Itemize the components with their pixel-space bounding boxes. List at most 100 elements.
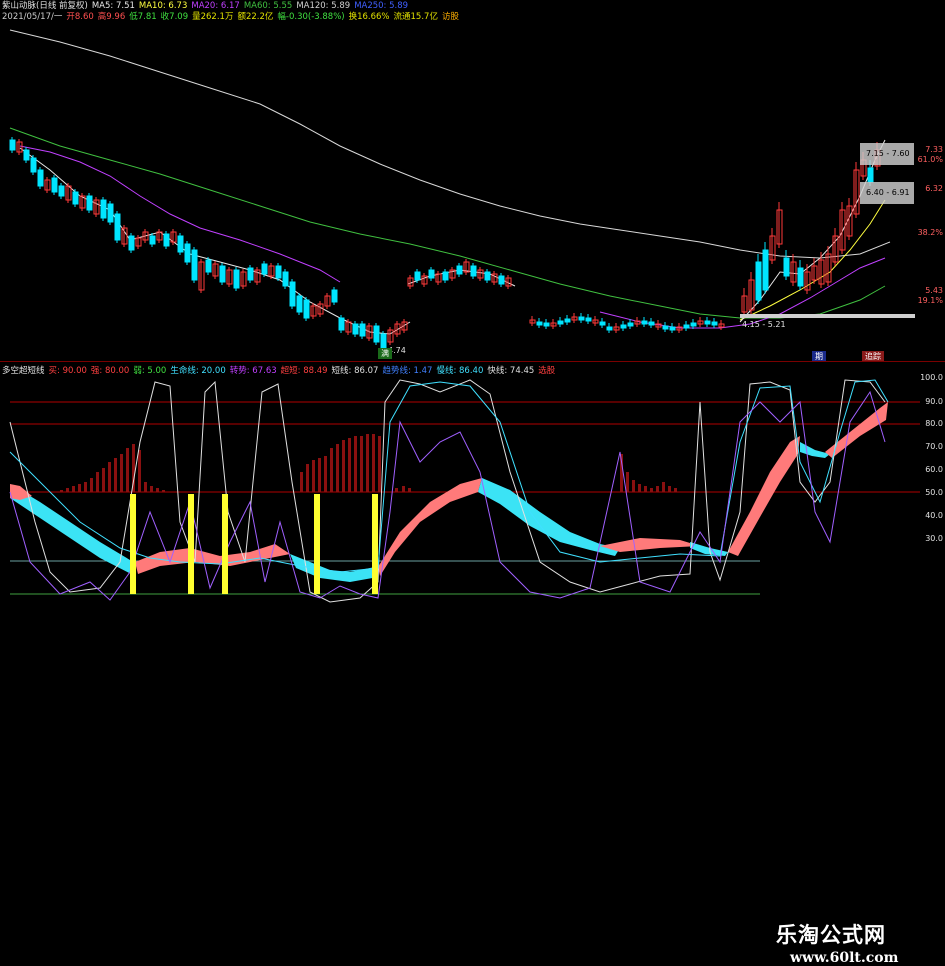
candle-body bbox=[100, 199, 107, 219]
axis-price-1: 7.33 bbox=[925, 145, 943, 154]
candle-body bbox=[557, 320, 564, 325]
histogram-bar bbox=[108, 462, 111, 492]
candle-body bbox=[797, 267, 804, 287]
candle-body bbox=[867, 167, 874, 183]
ind-axis-40: 40.0 bbox=[925, 511, 943, 520]
ind-axis-80: 80.0 bbox=[925, 419, 943, 428]
histogram-bar bbox=[402, 486, 405, 492]
histogram-bar bbox=[354, 436, 357, 492]
candle-body bbox=[683, 324, 690, 329]
histogram-bar bbox=[162, 490, 165, 492]
candle-body bbox=[205, 259, 212, 273]
price-box-lower-label: 6.40 - 6.91 bbox=[866, 188, 910, 197]
ind-axis-90: 90.0 bbox=[925, 397, 943, 406]
candle-body bbox=[338, 317, 345, 331]
candle-body bbox=[9, 139, 16, 151]
candle-body bbox=[669, 326, 676, 331]
candle-body bbox=[114, 213, 121, 241]
indicator-pane[interactable]: 多空超短线 买: 90.00 强: 80.00 弱: 5.00 生命线: 20.… bbox=[0, 362, 945, 966]
histogram-bar bbox=[638, 484, 641, 492]
histogram-bar bbox=[366, 434, 369, 492]
axis-price-3: 5.43 bbox=[925, 286, 943, 295]
histogram-bar bbox=[378, 436, 381, 492]
ind-axis-100: 100.0 bbox=[920, 373, 943, 382]
histogram-bar bbox=[312, 460, 315, 492]
candle-body bbox=[23, 149, 30, 161]
signal-bar-5 bbox=[372, 494, 378, 594]
histogram-bar bbox=[156, 488, 159, 492]
histogram-bar bbox=[330, 448, 333, 492]
candle-body bbox=[662, 325, 669, 330]
candle-body bbox=[289, 281, 296, 307]
signal-bar-3 bbox=[222, 494, 228, 594]
watermark-url: www.60lt.com bbox=[790, 950, 899, 966]
candle-body bbox=[484, 271, 491, 281]
histogram-bar bbox=[348, 438, 351, 492]
candle-body bbox=[599, 321, 606, 326]
ma5-line bbox=[19, 147, 411, 335]
candle-body bbox=[51, 177, 58, 193]
histogram-bar bbox=[360, 436, 363, 492]
slow-line bbox=[9, 379, 889, 573]
histogram-bar bbox=[632, 480, 635, 492]
candle-body bbox=[303, 299, 310, 319]
histogram-bar bbox=[102, 468, 105, 492]
price-chart-pane[interactable]: 紫山动脉(日线 前复权) MA5: 7.51 MA10: 6.73 MA20: … bbox=[0, 0, 945, 362]
ind-axis-60: 60.0 bbox=[925, 465, 943, 474]
histogram-bar bbox=[372, 434, 375, 492]
ma20-line bbox=[19, 145, 341, 283]
price-chart-canvas[interactable]: 4.15 - 5.21 4.74 bbox=[0, 0, 945, 362]
candle-body bbox=[648, 321, 655, 326]
candle-body bbox=[627, 322, 634, 327]
histogram-bar bbox=[395, 488, 398, 492]
candle-body bbox=[177, 235, 184, 253]
candle-body bbox=[107, 203, 114, 223]
histogram-bar bbox=[336, 444, 339, 492]
indicator-canvas[interactable] bbox=[0, 362, 945, 609]
price-box-lower: 6.40 - 6.91 bbox=[860, 182, 914, 204]
histogram-bar bbox=[120, 454, 123, 492]
candle-body bbox=[470, 265, 477, 277]
histogram-bar bbox=[114, 458, 117, 492]
histogram-bar bbox=[324, 456, 327, 492]
histogram-bar bbox=[318, 458, 321, 492]
histogram-bar bbox=[342, 440, 345, 492]
histogram-bar bbox=[72, 486, 75, 492]
candle-body bbox=[442, 271, 449, 281]
histogram-bar bbox=[408, 488, 411, 492]
ma10-line bbox=[739, 199, 886, 321]
ribbon-red-climb bbox=[728, 436, 800, 556]
histogram-bar bbox=[644, 486, 647, 492]
signal-bar-2 bbox=[188, 494, 194, 594]
candle-body bbox=[711, 321, 718, 326]
candle-body bbox=[578, 316, 585, 321]
candle-body bbox=[261, 263, 268, 275]
candle-body bbox=[275, 265, 282, 279]
candle-body bbox=[359, 323, 366, 337]
candle-body bbox=[128, 235, 135, 251]
histogram-bar bbox=[126, 448, 129, 492]
histogram-bar bbox=[138, 450, 141, 492]
candle-body bbox=[30, 157, 37, 173]
signal-bar-4 bbox=[314, 494, 320, 594]
candle-body bbox=[690, 322, 697, 327]
axis-pct-2: 38.2% bbox=[917, 228, 943, 237]
axis-pct-3: 19.1% bbox=[917, 296, 943, 305]
ribbon-cyan-mid bbox=[290, 554, 378, 582]
histogram-bar bbox=[656, 486, 659, 492]
watermark-title: 乐淘公式网 bbox=[776, 922, 886, 947]
range-label: 4.15 - 5.21 bbox=[742, 320, 786, 329]
histogram-bar bbox=[150, 486, 153, 492]
ind-axis-30: 30.0 bbox=[925, 534, 943, 543]
candle-body bbox=[296, 295, 303, 313]
signal-bar-1 bbox=[130, 494, 136, 594]
histogram-bar bbox=[78, 484, 81, 492]
ma120-line bbox=[9, 29, 891, 259]
candle-body bbox=[58, 185, 65, 197]
candle-body bbox=[331, 289, 338, 303]
ind-axis-50: 50.0 bbox=[925, 488, 943, 497]
histogram-bar bbox=[144, 482, 147, 492]
candle-body bbox=[352, 323, 359, 335]
candle-body bbox=[620, 324, 627, 329]
histogram-bar bbox=[96, 472, 99, 492]
